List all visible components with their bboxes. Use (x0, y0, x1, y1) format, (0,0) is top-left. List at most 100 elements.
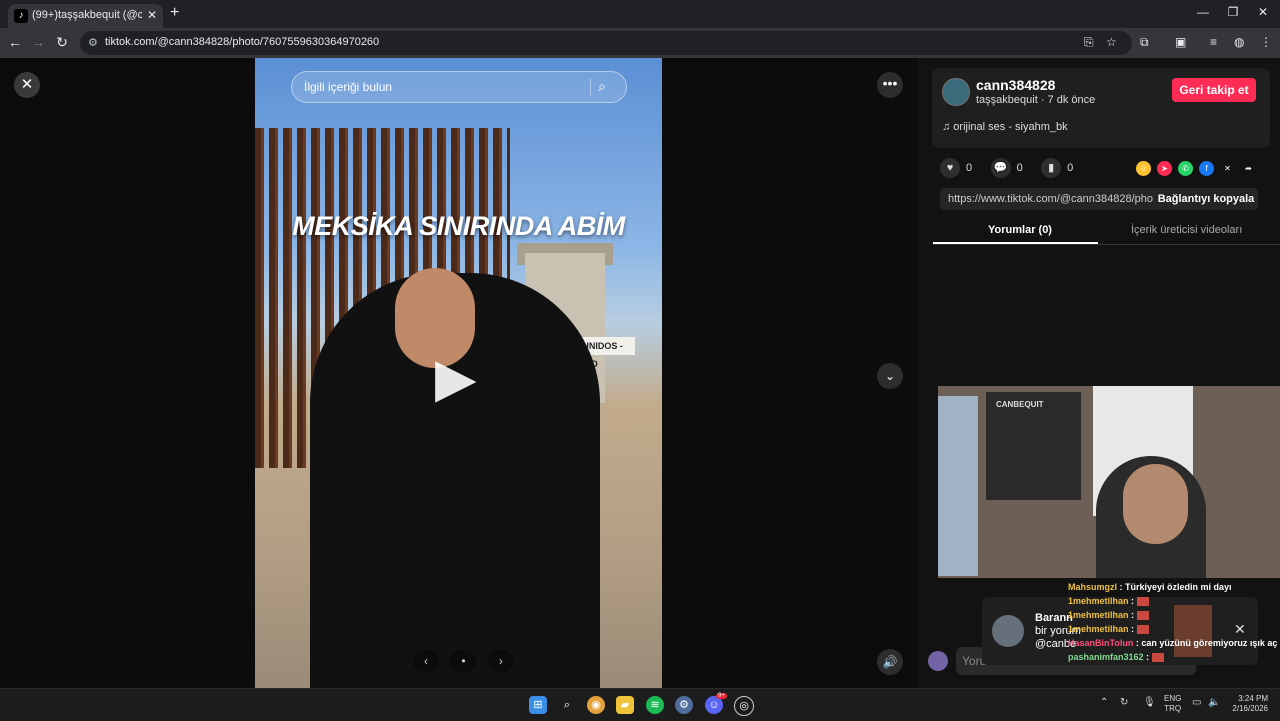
extensions-icon[interactable]: ⧉ (1140, 35, 1149, 50)
close-viewer-button[interactable]: ✕ (14, 72, 40, 98)
tab-creator-videos[interactable]: İçerik üreticisi videoları (1131, 224, 1242, 236)
chat-text: Türkiyeyi özledin mi dayı (1125, 582, 1232, 592)
next-post-button[interactable]: ⌄ (877, 363, 903, 389)
speaker-icon[interactable]: 🔈 (1208, 697, 1220, 708)
sync-icon[interactable]: ↻ (1120, 697, 1128, 708)
prev-photo-button[interactable]: ‹ (413, 650, 439, 672)
post-link[interactable]: https://www.tiktok.com/@cann384828/photo… (948, 193, 1153, 205)
post-actions: ♥ 0 💬 0 ▮ 0 (940, 158, 1087, 178)
chat-message: 1mehmetilhan : (1068, 622, 1280, 636)
reading-list-icon[interactable]: ≡ (1210, 35, 1217, 49)
back-icon[interactable]: ← (5, 34, 25, 50)
next-photo-button[interactable]: › (487, 650, 514, 672)
whatsapp-icon[interactable]: ✆ (1178, 161, 1193, 176)
steam-icon[interactable]: ⚙ (675, 696, 693, 714)
reload-icon[interactable]: ↻ (52, 34, 72, 51)
chat-username: 1mehmetilhan (1068, 624, 1129, 634)
follow-back-button[interactable]: Geri takip et (1172, 78, 1256, 102)
restore-icon[interactable]: ❐ (1218, 5, 1248, 19)
music-link[interactable]: ♫ orijinal ses - siyahm_bk (942, 121, 1068, 133)
play-icon[interactable]: ▶ (435, 346, 477, 409)
poster-text: CANBEQUIT (996, 400, 1044, 409)
save-action[interactable]: ▮ 0 (1041, 158, 1073, 178)
chat-text: can yüzünü göremiyoruz ışık aç (1141, 638, 1278, 648)
side-panel-icon[interactable]: ▣ (1175, 35, 1186, 49)
chat-username: 1mehmetilhan (1068, 610, 1129, 620)
like-action[interactable]: ♥ 0 (940, 158, 972, 178)
obs-icon[interactable]: ◎ (734, 696, 754, 716)
file-explorer-icon[interactable]: ▰ (616, 696, 634, 714)
tab-comments[interactable]: Yorumlar (0) (988, 224, 1052, 236)
related-search-placeholder[interactable]: İlgili içeriği bulun (304, 80, 392, 94)
chat-message: 1mehmetilhan : (1068, 608, 1280, 622)
tray-chevron-icon[interactable]: ⌃ (1100, 697, 1108, 708)
url-text[interactable]: tiktok.com/@cann384828/photo/76075596303… (105, 36, 379, 48)
author-username[interactable]: cann384828 (976, 77, 1055, 93)
share-icons: ☺ ➤ ✆ f ✕ ➦ (1136, 158, 1262, 176)
menu-icon[interactable]: ⋮ (1260, 35, 1272, 49)
chat-username: 1mehmetilhan (1068, 596, 1129, 606)
windows-taskbar: ⊞ ⌕ ◉ ▰ ≋ ⚙ ☺ 9+ ◎ ⌃ ↻ 🎙 ENG TRQ ▭ 🔈 3:2… (0, 688, 1280, 721)
bookmark-icon[interactable]: ▮ (1041, 158, 1062, 178)
toast-avatar (992, 615, 1024, 647)
author-subline: taşşakbequit · 7 dk önce (976, 94, 1096, 106)
user-avatar (928, 651, 948, 671)
send-share-icon[interactable]: ➤ (1157, 161, 1172, 176)
new-tab-icon[interactable]: + (170, 4, 179, 22)
copy-link-button[interactable]: Bağlantıyı kopyala (1156, 188, 1256, 210)
window-close-icon[interactable]: ✕ (1248, 5, 1278, 19)
browser-toolbar: ← → ↻ ⚙ tiktok.com/@cann384828/photo/760… (0, 28, 1280, 58)
chat-username: Mahsumgzl (1068, 582, 1118, 592)
profile-avatar-icon[interactable]: ◍ (1234, 35, 1244, 49)
address-bar[interactable]: ⚙ tiktok.com/@cann384828/photo/760755963… (80, 31, 1132, 55)
site-info-icon[interactable]: ⚙ (88, 36, 98, 49)
search-taskbar-icon[interactable]: ⌕ (558, 696, 576, 714)
active-tab-underline (933, 242, 1098, 244)
photo-viewer: ✕ ••• ⌄ 🔊 ESTADOS UNIDOS - MÉXICO MEKSİK… (0, 58, 918, 688)
comment-icon[interactable]: 💬 (990, 158, 1011, 178)
volume-button[interactable]: 🔊 (877, 649, 903, 675)
streamer-face (1123, 464, 1188, 544)
search-icon[interactable]: ⌕ (598, 78, 606, 95)
bookmark-star-icon[interactable]: ☆ (1106, 35, 1117, 49)
author-card: cann384828 taşşakbequit · 7 dk önce Geri… (932, 68, 1270, 148)
heart-icon[interactable]: ♥ (940, 158, 960, 178)
more-options-button[interactable]: ••• (877, 72, 903, 98)
author-avatar[interactable] (942, 78, 970, 106)
language-indicator[interactable]: ENG TRQ (1164, 694, 1181, 714)
x-icon[interactable]: ✕ (1220, 161, 1235, 176)
tiktok-favicon-icon: ♪ (14, 9, 28, 23)
network-icon[interactable]: ▭ (1192, 697, 1201, 708)
start-icon[interactable]: ⊞ (529, 696, 547, 714)
clock-date: 2/16/2026 (1232, 704, 1268, 713)
browser-tab[interactable]: ♪ (99+)taşşakbequit (@cann384828) ✕ (8, 4, 163, 28)
tab-title: (99+)taşşakbequit (@cann384828) (32, 9, 142, 21)
chat-emote-icon (1136, 625, 1149, 635)
photo-dot[interactable]: • (450, 650, 477, 672)
photo-pager: ‹ • › (413, 650, 521, 672)
copy-link-row: https://www.tiktok.com/@cann384828/photo… (940, 188, 1258, 210)
facebook-icon[interactable]: f (1199, 161, 1214, 176)
embed-share-icon[interactable]: ☺ (1136, 161, 1151, 176)
clock[interactable]: 3:24 PM 2/16/2026 (1226, 694, 1268, 714)
spotify-icon[interactable]: ≋ (646, 696, 664, 714)
sidebar-tabs: Yorumlar (0) İçerik üreticisi videoları (933, 220, 1280, 245)
install-app-icon[interactable]: ⎘ (1084, 35, 1094, 50)
forward-icon[interactable]: → (28, 34, 48, 50)
clock-time: 3:24 PM (1238, 694, 1268, 703)
comment-action[interactable]: 💬 0 (990, 158, 1023, 178)
comment-count: 0 (1016, 162, 1023, 174)
chat-emote-icon (1136, 611, 1149, 621)
minimize-icon[interactable]: — (1188, 5, 1218, 19)
share-arrow-icon[interactable]: ➦ (1241, 161, 1256, 176)
webcam-window-view (938, 396, 978, 576)
chrome-icon[interactable]: ◉ (587, 696, 605, 714)
chat-message: Mahsumgzl : Türkiyeyi özledin mi dayı (1068, 582, 1232, 592)
post-photo[interactable]: ESTADOS UNIDOS - MÉXICO MEKSİKA SINIRIND… (255, 58, 662, 688)
chat-emote-icon (1151, 653, 1164, 663)
related-search-bar[interactable]: İlgili içeriği bulun ⌕ (291, 71, 627, 103)
stream-chat: Mahsumgzl : Türkiyeyi özledin mi dayı 1me… (1068, 580, 1280, 680)
tab-close-icon[interactable]: ✕ (147, 8, 157, 22)
search-divider (590, 78, 591, 96)
mic-icon[interactable]: 🎙 (1143, 697, 1156, 708)
